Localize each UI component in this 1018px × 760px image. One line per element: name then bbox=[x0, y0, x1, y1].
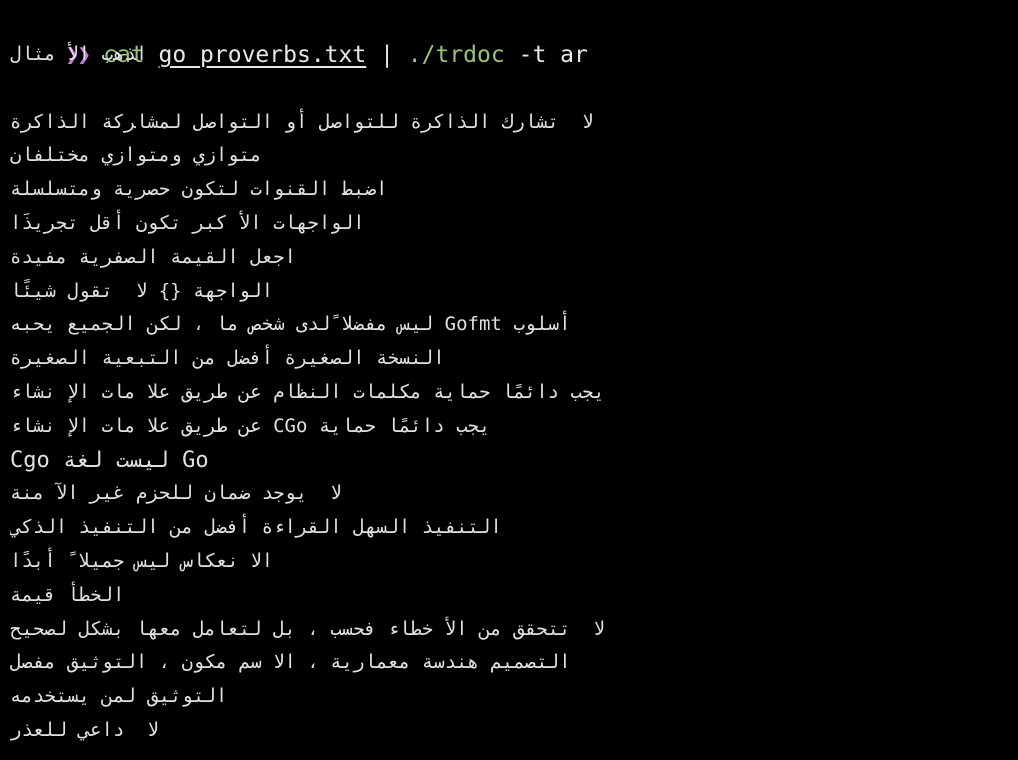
output-line: ﺔﻤﻴﻗ ﺄﻄﺨﻟﺍ bbox=[10, 583, 125, 606]
output-line: ﺍﺪًﺑﺃ ًﻼﻴﻤﺟ ﺲﻴﻟ ﺱﺎﻜﻌﻧ ﻻﺍ bbox=[10, 549, 274, 572]
command-flags: -t ar bbox=[518, 42, 588, 68]
output-line: Cgo ﺔﻐﻟ ﺖﺴﻴﻟ Go bbox=[10, 447, 209, 473]
output-line bbox=[10, 72, 1008, 106]
output-line: ﺢﻴﺤﺼﻟ ﻞﻜﺸﺑ ﺎﻬﻌﻣ ﻞﻣﺎﻌﺘﻟ ﻞﺑ ، ﺐﺴﺤﻓ ءﺎﻄﺧ ﻷﺍ… bbox=[10, 617, 605, 640]
output-line: ءﺎﺸﻧ ﻹﺍ ﺕﺎﻣ ﻼﻋ ﻖﻳﺮﻃ ﻦﻋ CGo ﺔﻳﺎﻤﺣ ﺎﻤًﺋﺍﺩ … bbox=[10, 414, 491, 437]
command-file-argument[interactable]: go_proverbs.txt bbox=[159, 42, 367, 68]
command-prompt-line: ❯❯ cat go_proverbs.txt | ./trdoc -t ar bbox=[10, 4, 1008, 68]
output-line: ﻪﺒﺤﻳ ﻊﻴﻤﺠﻟﺍ ﻦﻜﻟ ، ﺎﻣ ﺺﺨﺷ ﻯﺪﻟ ًﻼﻀﻔﻣ ﺲﻴﻟ G… bbox=[10, 313, 571, 336]
output-line: ﺓﺮﻴﻐﺼﻟﺍ ﺔﻴﻌﺒﺘﻟﺍ ﻦﻣ ﻞﻀﻓﺃ ﺓﺮﻴﻐﺼﻟﺍ ﺔﺨﺴﻨﻟﺍ bbox=[10, 347, 445, 370]
output-line: ءﺎﺸﻧ ﻹﺍ ﺕﺎﻣ ﻼﻋ ﻖﻳﺮﻃ ﻦﻋ ﻡﺎﻈﻨﻟﺍ ﺕﺎﻤﻠﻜﻣ ﺔﻳﺎ… bbox=[10, 380, 605, 403]
output-line: ﺓﺮﻛﺍﺬﻟﺍ ﺔﻛﺮﺎﺸﻤﻟ ﻞﺻﺍﻮﺘﻟﺍ ﻭﺃ ﻞﺻﺍﻮﺘﻠﻟ ﺓﺮﻛﺍﺬ… bbox=[10, 110, 594, 133]
command-output: ﻝﺎﺜﻣ ﻷﺍ ﺏﻫﺬﺍ ﺓﺮﻛﺍﺬﻟﺍ ﺔﻛﺮﺎﺸﻤﻟ ﻞﺻﺍﻮﺘﻟﺍ ﻭﺃ ﻞ… bbox=[10, 38, 1008, 748]
output-line: ﻲﻛﺬﻟﺍ ﺬﻴﻔﻨﺘﻟﺍ ﻦﻣ ﻞﻀﻓﺃ ﺓءﺍﺮﻘﻟﺍ ﻞﻬﺴﻟﺍ ﺬﻴﻔﻨ… bbox=[10, 516, 502, 539]
output-line: ﻪﻣﺪﺨﺘﺴﻳ ﻦﻤﻟ ﻖﻴﺛﻮﺘﻟﺍ bbox=[10, 685, 228, 708]
output-line: ﺭﺬﻌﻠﻟ ﻲﻋﺍﺩ ﻻ bbox=[10, 718, 159, 741]
command-tool: ./trdoc bbox=[407, 42, 505, 68]
terminal-window[interactable]: ❯❯ cat go_proverbs.txt | ./trdoc -t ar ﻝﺎ… bbox=[0, 0, 1018, 760]
output-line: ﺔﻨﻣ ﻵﺍ ﺮﻴﻏ ﻡﺰﺤﻠﻟ ﻥﺎﻤﺿ ﺪﺟﻮﻳ ﻻ bbox=[10, 482, 342, 505]
output-line: ﺎﺌًﻴﺷ ﻝﻮﻘﺗ ﻻ {} ﺔﻬﺟﺍﻮﻟﺍ bbox=[10, 279, 274, 302]
command-pipe: | bbox=[380, 42, 394, 68]
output-line: ﻥﺎﻔﻠﺘﺨﻣ ﻱﺯﺍﻮﺘﻣﻭ ﻱﺯﺍﻮﺘﻣ bbox=[10, 144, 262, 167]
output-line: ﺍﺬَﻳﺮﺠﺗ ﻞﻗﺃ ﻥﻮﻜﺗ ﺮﺒﻛ ﻷﺍ ﺕﺎﻬﺟﺍﻮﻟﺍ bbox=[10, 211, 365, 234]
output-line: ﻞﺼﻔﻣ ﻖﻴﺛﻮﺘﻟﺍ ، ﻥﻮﻜﻣ ﻢﺳ ﻻﺍ ، ﺔﻳﺭﺎﻤﻌﻣ ﺔﺳﺪﻨ… bbox=[10, 651, 571, 674]
output-line: ﺓﺪﻴﻔﻣ ﺔﻳﺮﻔﺼﻟﺍ ﺔﻤﻴﻘﻟﺍ ﻞﻌﺟﺍ bbox=[10, 245, 296, 268]
output-line: ﺔﻠﺴﻠﺴﺘﻣﻭ ﺔﻳﺮﺼﺣ ﻥﻮﻜﺘﻟ ﺕﺍﻮﻨﻘﻟﺍ ﻂﺒﺿﺍ bbox=[10, 178, 388, 201]
